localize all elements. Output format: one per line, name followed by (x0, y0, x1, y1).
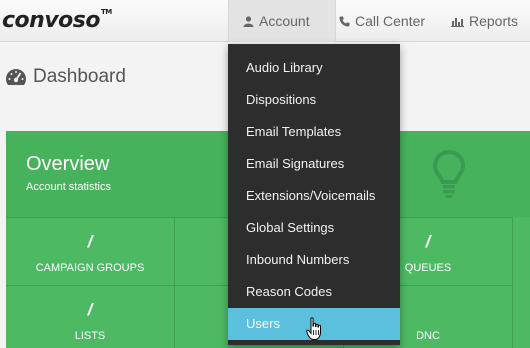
user-icon (243, 15, 254, 27)
overview-subtitle: Account statistics (26, 181, 111, 193)
logo-text: convoso (2, 8, 100, 33)
lightbulb-icon (432, 149, 466, 198)
nav-call-center[interactable]: Call Center (325, 0, 439, 42)
bar-chart-icon (451, 17, 464, 27)
convoso-logo[interactable]: convosoTM (2, 8, 112, 33)
stat-label: LISTS (74, 330, 106, 342)
account-dropdown-menu: Audio Library Dispositions Email Templat… (228, 44, 400, 345)
top-navbar: convosoTM Account Call Center Reports (0, 0, 530, 42)
menu-item-dispositions[interactable]: Dispositions (228, 84, 400, 116)
nav-reports-label: Reports (469, 13, 519, 29)
nav-reports[interactable]: Reports (437, 0, 530, 42)
menu-item-global-settings[interactable]: Global Settings (228, 212, 400, 244)
page-title-text: Dashboard (33, 66, 126, 87)
overview-title: Overview (26, 153, 110, 175)
menu-item-email-templates[interactable]: Email Templates (228, 116, 400, 148)
nav-account-label: Account (259, 13, 310, 29)
stat-value: / (87, 300, 93, 319)
page-title: Dashboard (5, 66, 126, 88)
menu-item-reason-codes[interactable]: Reason Codes (228, 276, 400, 308)
menu-item-extensions-voicemails[interactable]: Extensions/Voicemails (228, 180, 400, 212)
hand-pointer-cursor-icon (306, 317, 321, 340)
stat-campaign-groups[interactable]: / CAMPAIGN GROUPS (6, 217, 175, 285)
menu-item-audio-library[interactable]: Audio Library (228, 52, 400, 84)
menu-item-email-signatures[interactable]: Email Signatures (228, 148, 400, 180)
phone-icon (339, 16, 350, 26)
stat-label: CAMPAIGN GROUPS (35, 262, 145, 274)
stat-value: / (87, 232, 93, 251)
menu-item-inbound-numbers[interactable]: Inbound Numbers (228, 244, 400, 276)
stat-lists[interactable]: / LISTS (6, 285, 175, 348)
logo-tm: TM (100, 8, 112, 16)
nav-account[interactable]: Account (228, 0, 336, 42)
nav-call-center-label: Call Center (355, 13, 426, 29)
dashboard-gauge-icon (6, 69, 26, 85)
